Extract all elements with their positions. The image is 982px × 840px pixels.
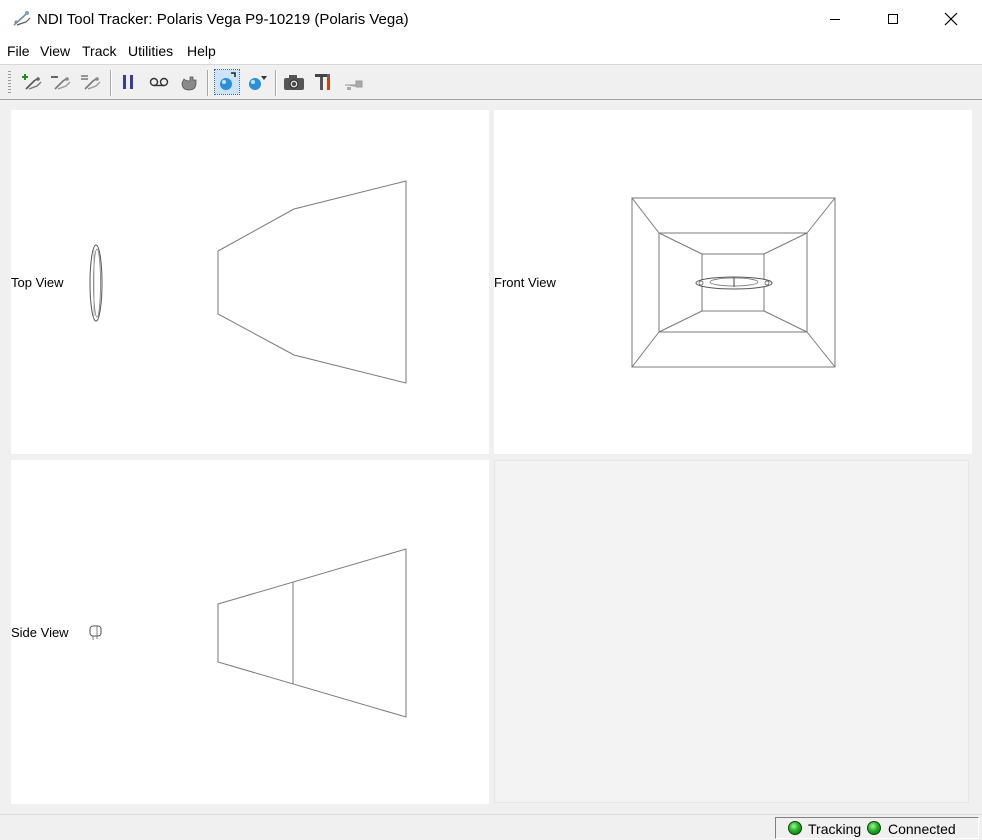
toolbar-separator xyxy=(110,70,112,96)
menu-file[interactable]: File xyxy=(7,43,30,59)
window-title: NDI Tool Tracker: Polaris Vega P9-10219 … xyxy=(37,11,409,28)
record-button[interactable] xyxy=(147,70,171,94)
tool-marker-side xyxy=(89,625,102,640)
pause-button[interactable] xyxy=(117,70,141,94)
add-tool-icon xyxy=(22,74,42,90)
side-view-panel[interactable]: Side View xyxy=(11,460,489,804)
view-mode-icon xyxy=(220,72,236,90)
toolbar xyxy=(0,64,982,100)
tool-disabled-icon xyxy=(345,80,363,90)
camera-button[interactable] xyxy=(282,70,306,94)
tracking-indicator-icon xyxy=(788,821,802,835)
tool-marker-top xyxy=(89,244,103,322)
menu-utilities[interactable]: Utilities xyxy=(128,43,173,59)
top-view-panel[interactable]: Top View xyxy=(11,110,489,454)
camera-icon xyxy=(284,75,304,90)
utilities-icon xyxy=(315,74,330,90)
empty-view-panel xyxy=(494,460,969,803)
title-bar: NDI Tool Tracker: Polaris Vega P9-10219 … xyxy=(0,0,982,38)
minimize-icon xyxy=(830,19,840,20)
front-view-frustum xyxy=(631,197,836,368)
record-icon xyxy=(149,77,169,87)
hand-icon xyxy=(181,76,197,91)
status-indicators: Tracking Connected xyxy=(775,817,979,839)
close-icon xyxy=(944,12,958,26)
maximize-icon xyxy=(888,14,898,24)
status-bar: Tracking Connected xyxy=(0,814,982,840)
toolbar-separator xyxy=(207,70,209,96)
pause-icon xyxy=(123,75,133,89)
menu-track[interactable]: Track xyxy=(82,43,116,59)
remove-tool-button[interactable] xyxy=(49,70,73,94)
front-view-panel[interactable]: Front View xyxy=(494,110,972,454)
utilities-button[interactable] xyxy=(312,70,336,94)
menu-help[interactable]: Help xyxy=(187,43,216,59)
tool-tracker-icon xyxy=(12,10,32,28)
view-dropdown-icon xyxy=(249,76,267,90)
connected-indicator-icon xyxy=(867,821,881,835)
tool-properties-button[interactable] xyxy=(79,70,103,94)
top-view-frustum xyxy=(89,180,407,384)
toolbar-grip[interactable] xyxy=(8,71,11,95)
view-dropdown-button[interactable] xyxy=(245,70,269,94)
tool-properties-icon xyxy=(81,75,101,90)
tracking-status: Tracking xyxy=(808,821,862,837)
maximize-button[interactable] xyxy=(864,0,922,38)
view-mode-button[interactable] xyxy=(214,69,240,95)
hand-button[interactable] xyxy=(177,70,201,94)
connected-status: Connected xyxy=(888,821,956,837)
tool-marker-front xyxy=(695,276,773,290)
close-button[interactable] xyxy=(922,0,980,38)
remove-tool-icon xyxy=(51,76,71,90)
menu-bar: File View Track Utilities Help xyxy=(0,38,982,64)
minimize-button[interactable] xyxy=(806,0,864,38)
menu-view[interactable]: View xyxy=(40,43,70,59)
tool-disabled-button[interactable] xyxy=(342,70,366,94)
add-tool-button[interactable] xyxy=(20,70,44,94)
toolbar-separator xyxy=(275,70,277,96)
side-view-frustum xyxy=(89,548,407,718)
